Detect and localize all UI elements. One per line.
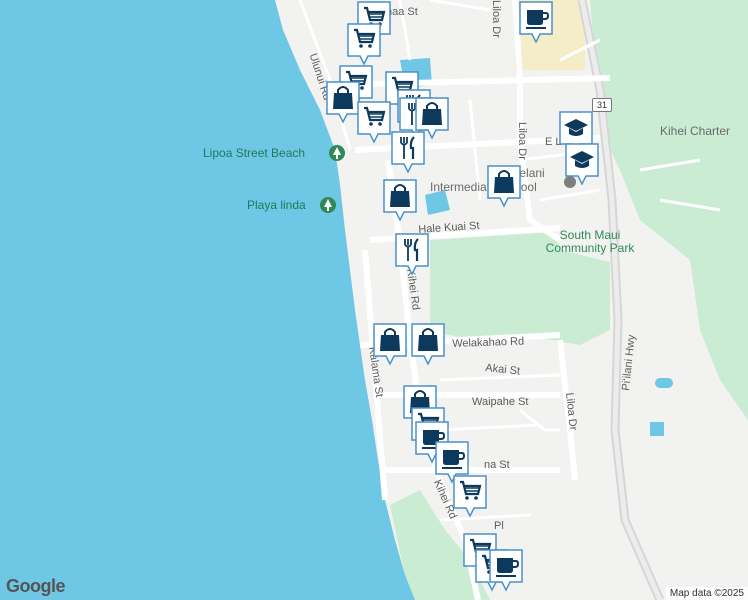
pool	[650, 422, 664, 436]
map-marker-coffee[interactable]	[518, 0, 554, 44]
street-label: Waipahe St	[472, 396, 529, 408]
map-marker-restaurant[interactable]	[394, 232, 430, 276]
map-marker-shopping-cart[interactable]	[346, 22, 382, 66]
map-marker-shopping-bag[interactable]	[382, 178, 418, 222]
map-marker-restaurant[interactable]	[390, 130, 426, 174]
street-label: Pl	[494, 520, 504, 532]
attribution[interactable]: Map data ©2025	[665, 587, 748, 600]
map-marker-shopping-cart[interactable]	[356, 100, 392, 144]
beach-label[interactable]: Lipoa Street Beach	[203, 146, 305, 160]
map-canvas[interactable]: Ulunui Rd haa St Liloa Dr Hale Kuai St K…	[0, 0, 748, 600]
street-label: Liloa Dr	[516, 122, 528, 160]
beach-label[interactable]: Playa linda	[247, 198, 306, 212]
street-label: na St	[484, 459, 510, 471]
pool	[655, 378, 673, 388]
place-label[interactable]: Kihei Charter	[660, 124, 730, 138]
map-marker-coffee[interactable]	[488, 548, 524, 592]
google-logo: Google	[6, 576, 66, 596]
map-marker-shopping-bag[interactable]	[410, 322, 446, 366]
street-label: Welakahao Rd	[452, 335, 525, 350]
map-marker-shopping-cart[interactable]	[452, 474, 488, 518]
map-base	[0, 0, 748, 600]
map-marker-shopping-bag[interactable]	[372, 322, 408, 366]
street-label: Liloa Dr	[490, 0, 502, 38]
map-marker-shopping-bag[interactable]	[486, 164, 522, 208]
map-marker-school[interactable]	[564, 142, 600, 186]
park-label[interactable]: South Maui Community Park	[545, 229, 635, 255]
highway-shield: 31	[592, 98, 612, 112]
